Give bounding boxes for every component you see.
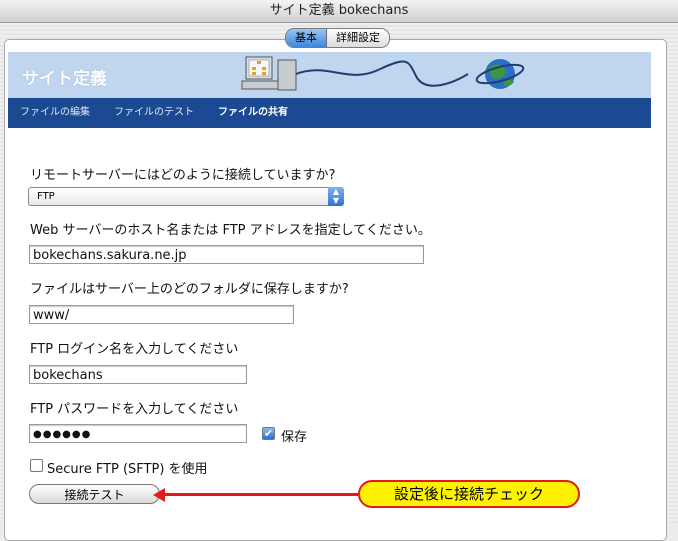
sftp-checkbox[interactable] (30, 459, 43, 472)
folder-input[interactable]: www/ (29, 305, 294, 324)
password-label: FTP パスワードを入力してください (30, 402, 239, 417)
connect-method-select[interactable]: FTP ▲ ▼ (28, 187, 344, 206)
connect-method-label: リモートサーバーにはどのように接続していますか? (30, 168, 336, 183)
host-label: Web サーバーのホスト名または FTP アドレスを指定してください。 (30, 223, 431, 238)
wizard-banner: サイト定義 (8, 52, 651, 98)
tab-basic[interactable]: 基本 (286, 29, 327, 47)
folder-label: ファイルはサーバー上のどのフォルダに保存しますか? (30, 282, 349, 297)
nav-testing-files[interactable]: ファイルのテスト (102, 98, 206, 128)
annotation-arrow (162, 493, 358, 496)
host-input[interactable]: bokechans.sakura.ne.jp (29, 245, 424, 264)
save-password-checkbox[interactable]: ✔ (262, 427, 275, 440)
password-input[interactable]: ●●●●●● (29, 424, 247, 443)
arrow-left-icon (153, 488, 165, 502)
banner-title: サイト定義 (22, 69, 107, 89)
sftp-label: Secure FTP (SFTP) を使用 (47, 462, 208, 477)
updown-arrows-icon: ▲ ▼ (328, 187, 344, 206)
nav-editing-files[interactable]: ファイルの編集 (8, 98, 102, 128)
nav-sharing-files[interactable]: ファイルの共有 (206, 98, 300, 128)
login-label: FTP ログイン名を入力してください (30, 342, 239, 357)
login-input[interactable]: bokechans (29, 365, 247, 384)
tab-advanced[interactable]: 詳細設定 (327, 29, 389, 47)
window-title: サイト定義 bokechans (0, 0, 678, 23)
save-password-label: 保存 (281, 430, 308, 445)
test-connection-button[interactable]: 接続テスト (29, 484, 160, 504)
computer-network-globe-icon (241, 56, 525, 91)
wizard-nav: ファイルの編集 ファイルのテスト ファイルの共有 (8, 98, 651, 128)
connect-method-value: FTP (37, 191, 55, 202)
tab-bar: 基本 詳細設定 (285, 28, 390, 48)
annotation-callout: 設定後に接続チェック (358, 480, 580, 508)
